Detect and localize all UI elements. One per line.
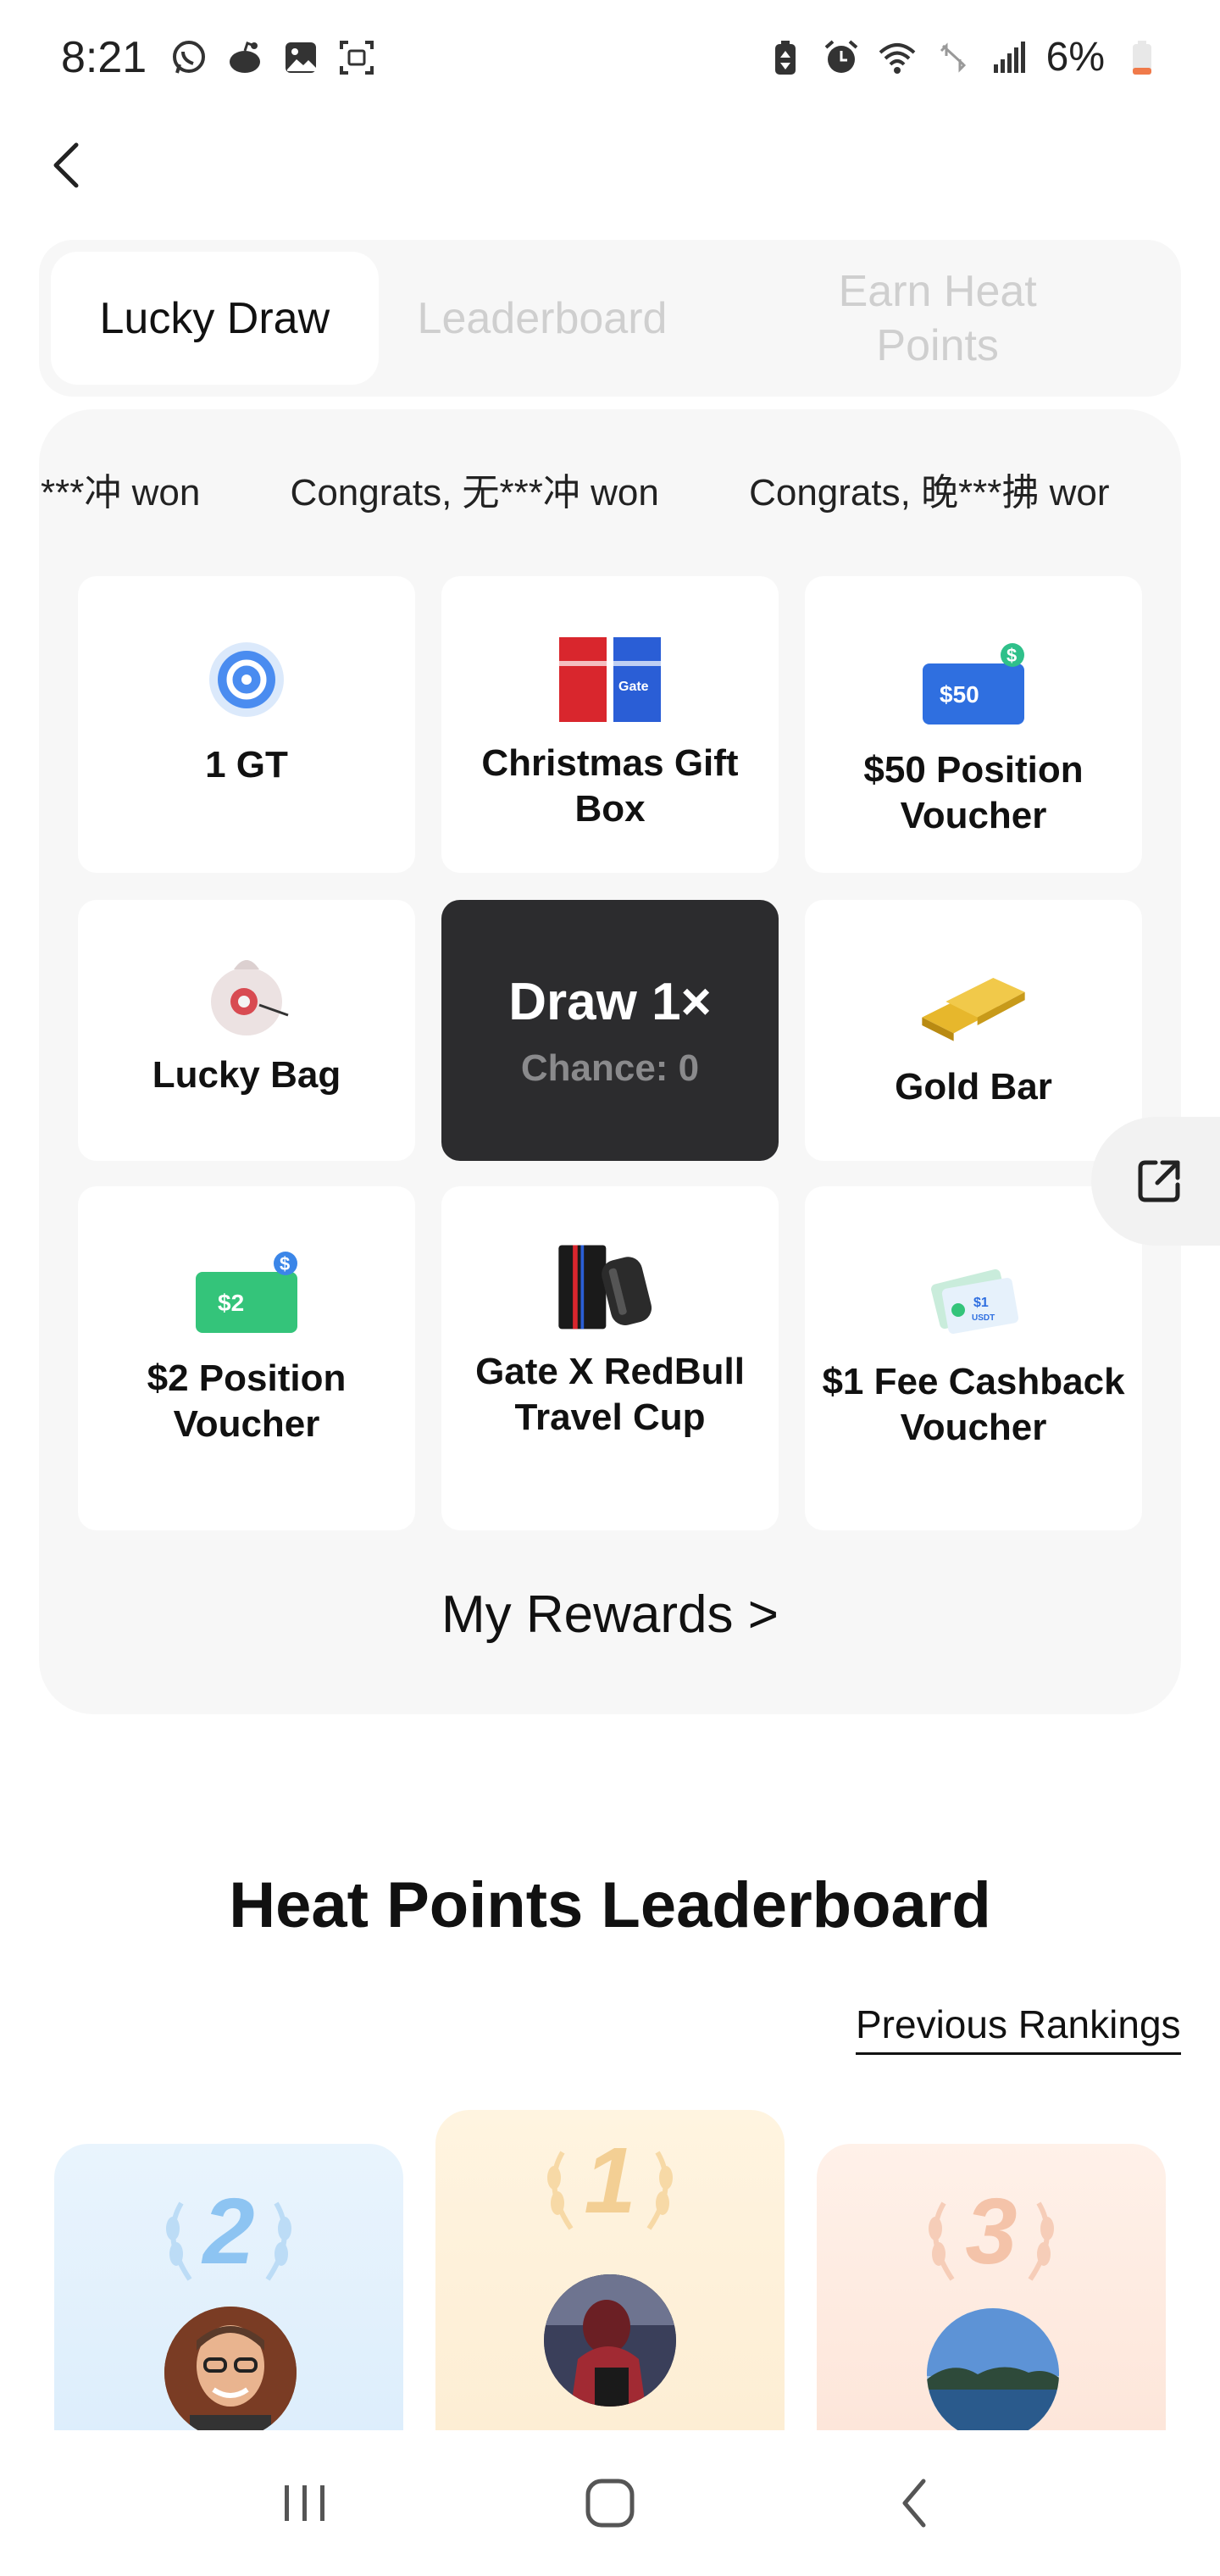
status-left: 8:21 xyxy=(61,32,375,83)
prize-label: $1 Fee Cashback Voucher xyxy=(822,1361,1125,1448)
prize-cell-gold-bar: Gold Bar xyxy=(805,900,1142,1161)
laurel-icon xyxy=(547,2151,673,2230)
battery-percent: 6% xyxy=(1045,35,1105,80)
back-button[interactable] xyxy=(41,140,92,191)
prize-cell-50-voucher: $50 $ $50 Position Voucher xyxy=(805,576,1142,873)
tab-earn-heat-points[interactable]: Earn Heat Points xyxy=(706,252,1169,385)
home-button[interactable] xyxy=(559,2461,661,2545)
status-bar: 8:21 6% xyxy=(0,0,1220,114)
prize-cell-christmas-gift-box: Gate Christmas Gift Box xyxy=(441,576,779,873)
prize-cell-lucky-bag: Lucky Bag xyxy=(78,900,415,1161)
battery-icon xyxy=(1123,39,1161,76)
reddit-icon xyxy=(226,39,263,76)
my-rewards-link[interactable]: My Rewards > xyxy=(0,1585,1220,1645)
system-back-button[interactable] xyxy=(864,2461,966,2545)
avatar[interactable] xyxy=(927,2308,1059,2432)
gold-bar-icon xyxy=(914,951,1033,1052)
prize-label: $50 Position Voucher xyxy=(863,749,1084,836)
podium-rank-1: 1 xyxy=(435,2110,785,2432)
back-icon xyxy=(902,2479,926,2528)
ticker-item: Congrats, 晚***拂 wor xyxy=(749,472,1110,514)
prize-label: Christmas Gift Box xyxy=(481,742,739,830)
whatsapp-icon xyxy=(170,39,208,76)
prize-cell-2-voucher: $2 $ $2 Position Voucher xyxy=(78,1186,415,1530)
recent-apps-icon xyxy=(285,2485,324,2521)
share-icon xyxy=(1138,1160,1180,1202)
tab-bar: Lucky Draw Leaderboard Earn Heat Points xyxy=(39,240,1181,397)
draw-label: Draw 1× xyxy=(508,972,712,1031)
ticker-item: Congrats, 无***冲 won xyxy=(290,472,659,514)
avatar[interactable] xyxy=(164,2307,297,2432)
recent-apps-button[interactable] xyxy=(254,2461,356,2545)
prize-cell-cashback-voucher: $1 USDT $1 Fee Cashback Voucher xyxy=(805,1186,1142,1530)
leaderboard-title: Heat Points Leaderboard xyxy=(229,1869,991,1941)
gift-box-brand: Gate xyxy=(618,680,649,694)
battery-saver-icon xyxy=(767,39,804,76)
svg-text:$: $ xyxy=(280,1253,290,1274)
winner-ticker: ***冲 won Congrats, 无***冲 won Congrats, 晚… xyxy=(41,462,1142,523)
podium-rank-2: 2 xyxy=(54,2144,403,2432)
tab-leaderboard[interactable]: Leaderboard xyxy=(379,252,707,385)
gift-box-icon: Gate xyxy=(551,627,669,729)
draw-button[interactable]: Draw 1× Chance: 0 xyxy=(441,900,779,1161)
voucher-2-text: $2 xyxy=(218,1290,244,1316)
no-data-icon xyxy=(934,39,972,76)
chevron-left-icon xyxy=(53,142,79,188)
status-time: 8:21 xyxy=(61,32,147,82)
prize-cell-travel-cup: Gate X RedBull Travel Cup xyxy=(441,1186,779,1530)
lucky-bag-icon xyxy=(187,939,306,1041)
prize-label: Gate X RedBull Travel Cup xyxy=(475,1351,745,1438)
prize-label: 1 GT xyxy=(205,744,288,786)
gt-coin-icon xyxy=(187,629,306,730)
prize-cell-1gt: 1 GT xyxy=(78,576,415,873)
status-right: 6% xyxy=(767,34,1161,80)
prize-label: Lucky Bag xyxy=(152,1054,341,1096)
previous-rankings-link[interactable]: Previous Rankings xyxy=(856,2001,1181,2055)
voucher-50-icon: $50 $ xyxy=(914,634,1033,736)
voucher-50-text: $50 xyxy=(940,681,979,708)
laurel-icon xyxy=(929,2201,1054,2281)
podium-rank-3: 3 xyxy=(817,2144,1166,2432)
avatar[interactable] xyxy=(544,2274,676,2407)
cashback-voucher-text: $1 xyxy=(973,1296,989,1310)
cashback-voucher-icon: $1 USDT xyxy=(914,1246,1033,1347)
prize-label: $2 Position Voucher xyxy=(147,1357,347,1445)
system-nav-bar xyxy=(0,2430,1220,2576)
home-icon xyxy=(585,2479,635,2528)
cashback-voucher-unit: USDT xyxy=(972,1313,995,1323)
draw-chance: Chance: 0 xyxy=(520,1046,700,1089)
ticker-item: ***冲 won xyxy=(41,472,201,514)
laurel-icon xyxy=(166,2201,291,2281)
share-button[interactable] xyxy=(1091,1117,1220,1246)
screen-record-icon xyxy=(338,39,375,76)
gallery-icon xyxy=(282,39,319,76)
wifi-icon xyxy=(879,39,916,76)
svg-text:$: $ xyxy=(1006,645,1017,666)
alarm-icon xyxy=(823,39,860,76)
travel-cup-icon xyxy=(551,1235,669,1337)
signal-icon xyxy=(990,39,1028,76)
prize-label: Gold Bar xyxy=(895,1066,1052,1108)
tab-lucky-draw[interactable]: Lucky Draw xyxy=(51,252,379,385)
voucher-2-icon: $2 $ xyxy=(187,1242,306,1344)
